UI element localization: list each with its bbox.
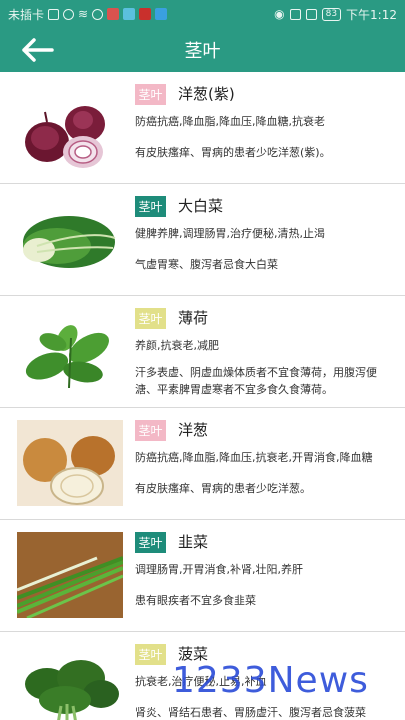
list-item[interactable]: 茎叶 韭菜 调理肠胃,开胃消食,补肾,壮阳,养肝 患有眼疾者不宜多食韭菜 bbox=[0, 520, 405, 632]
app-icon bbox=[123, 8, 136, 20]
food-name: 大白菜 bbox=[178, 197, 224, 215]
wifi-icon: ≋ bbox=[78, 7, 89, 21]
app-icon bbox=[139, 8, 152, 20]
red-onion-image bbox=[17, 84, 123, 170]
category-tag: 茎叶 bbox=[135, 644, 166, 665]
status-bar: 未插卡 ≋ ◉ 83 下午1:12 bbox=[0, 0, 405, 28]
list-item[interactable]: 茎叶 薄荷 养颜,抗衰老,减肥 汗多表虚、阴虚血燥体质者不宜食薄荷，用腹泻便溏、… bbox=[0, 296, 405, 408]
carrier-text: 未插卡 bbox=[8, 7, 45, 22]
hotspot-icon bbox=[63, 8, 75, 20]
app-bar: 茎叶 bbox=[0, 28, 405, 72]
food-warning: 患有眼疾者不宜多食韭菜 bbox=[135, 594, 256, 607]
food-warning: 气虚胃寒、腹泻者忌食大白菜 bbox=[135, 258, 278, 271]
food-name: 洋葱(紫) bbox=[178, 85, 235, 103]
category-tag: 茎叶 bbox=[135, 196, 166, 217]
arrow-left-icon bbox=[22, 38, 54, 62]
category-tag: 茎叶 bbox=[135, 84, 166, 105]
app-icon bbox=[155, 8, 168, 20]
chives-image bbox=[17, 532, 123, 618]
food-effects: 防癌抗癌,降血脂,降血压,降血糖,抗衰老 bbox=[135, 115, 325, 128]
mint-image bbox=[17, 308, 123, 394]
battery-icon: 83 bbox=[321, 7, 342, 21]
food-effects: 健脾养脾,调理肠胃,治疗便秘,清热,止渴 bbox=[135, 227, 325, 240]
food-name: 韭菜 bbox=[178, 533, 209, 551]
data-saver-icon bbox=[92, 8, 104, 20]
category-tag: 茎叶 bbox=[135, 308, 166, 329]
food-warning: 汗多表虚、阴虚血燥体质者不宜食薄荷，用腹泻便溏、平素脾胃虚寒者不宜多食久食薄荷。 bbox=[135, 366, 377, 396]
nfc-icon bbox=[289, 8, 301, 20]
onion-image bbox=[17, 420, 123, 506]
food-name: 薄荷 bbox=[178, 309, 209, 327]
page-title: 茎叶 bbox=[184, 41, 221, 62]
watermark: 1233News bbox=[172, 660, 369, 701]
list-item[interactable]: 茎叶 洋葱(紫) 防癌抗癌,降血脂,降血压,降血糖,抗衰老 有皮肤瘙痒、胃病的患… bbox=[0, 72, 405, 184]
food-name: 洋葱 bbox=[178, 421, 209, 439]
spinach-image bbox=[17, 644, 123, 720]
food-effects: 调理肠胃,开胃消食,补肾,壮阳,养肝 bbox=[135, 563, 303, 576]
vibrate-icon bbox=[305, 8, 317, 20]
sim-card-icon bbox=[48, 8, 60, 20]
food-warning: 有皮肤瘙痒、胃病的患者少吃洋葱。 bbox=[135, 482, 311, 495]
category-tag: 茎叶 bbox=[135, 420, 166, 441]
category-tag: 茎叶 bbox=[135, 532, 166, 553]
list-item[interactable]: 茎叶 大白菜 健脾养脾,调理肠胃,治疗便秘,清热,止渴 气虚胃寒、腹泻者忌食大白… bbox=[0, 184, 405, 296]
food-warning: 有皮肤瘙痒、胃病的患者少吃洋葱(紫)。 bbox=[135, 146, 331, 159]
app-icon bbox=[107, 8, 120, 20]
list-item[interactable]: 茎叶 洋葱 防癌抗癌,降血脂,降血压,抗衰老,开胃消食,降血糖 有皮肤瘙痒、胃病… bbox=[0, 408, 405, 520]
clock: 下午1:12 bbox=[346, 7, 397, 22]
food-list[interactable]: 茎叶 洋葱(紫) 防癌抗癌,降血脂,降血压,降血糖,抗衰老 有皮肤瘙痒、胃病的患… bbox=[0, 72, 405, 720]
food-effects: 防癌抗癌,降血脂,降血压,抗衰老,开胃消食,降血糖 bbox=[135, 451, 373, 464]
napa-cabbage-image bbox=[17, 196, 123, 282]
food-effects: 养颜,抗衰老,减肥 bbox=[135, 339, 219, 352]
back-button[interactable] bbox=[20, 30, 60, 70]
food-warning: 肾炎、肾结石患者、胃肠虚汗、腹泻者忌食菠菜 bbox=[135, 706, 366, 719]
eye-icon: ◉ bbox=[274, 7, 285, 21]
